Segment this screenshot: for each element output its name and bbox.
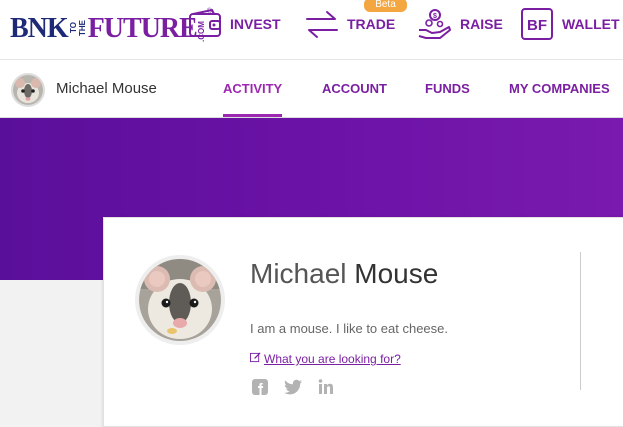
page: BNK TO THE FUTURE .COM ® INVEST TRADE Be…	[0, 0, 623, 427]
nav-invest-label: INVEST	[230, 16, 281, 32]
profile-first-name: Michael	[250, 258, 347, 289]
linkedin-icon[interactable]	[317, 378, 335, 401]
logo-to-the: TO THE	[68, 20, 87, 36]
nav-raise-label: RAISE	[460, 16, 503, 32]
avatar[interactable]	[11, 73, 45, 107]
profile-last-name: Mouse	[354, 258, 439, 289]
bf-wallet-icon: BF	[520, 7, 554, 41]
tab-activity[interactable]: ACTIVITY	[223, 81, 282, 96]
card-divider	[580, 252, 581, 390]
facebook-icon[interactable]	[251, 378, 269, 401]
wallet-icon	[188, 9, 222, 39]
profile-card: Michael Mouse I am a mouse. I like to ea…	[103, 217, 623, 427]
hand-coin-icon: $	[418, 8, 452, 40]
edit-icon	[250, 352, 261, 366]
active-tab-indicator	[223, 114, 282, 117]
tab-account[interactable]: ACCOUNT	[322, 81, 387, 96]
tab-my-companies[interactable]: MY COMPANIES	[509, 81, 610, 96]
nav-raise[interactable]: $ RAISE	[418, 6, 503, 42]
social-links	[251, 378, 335, 401]
profile-subnav: Michael Mouse ACTIVITY ACCOUNT FUNDS MY …	[0, 60, 623, 118]
nav-wallet-label: WALLET	[562, 16, 620, 32]
top-nav: BNK TO THE FUTURE .COM ® INVEST TRADE Be…	[0, 0, 623, 60]
brand-logo[interactable]: BNK TO THE FUTURE .COM ®	[10, 8, 212, 44]
profile-bio: I am a mouse. I like to eat cheese.	[250, 321, 448, 336]
tab-funds[interactable]: FUNDS	[425, 81, 470, 96]
profile-full-name: Michael Mouse	[250, 258, 438, 290]
profile-avatar	[135, 255, 225, 345]
logo-bnk: BNK	[10, 13, 69, 44]
exchange-arrows-icon	[305, 9, 339, 39]
beta-badge: Beta	[364, 0, 407, 12]
twitter-icon[interactable]	[283, 378, 303, 401]
logo-future: FUTURE	[87, 13, 198, 44]
looking-for-label: What you are looking for?	[264, 352, 401, 366]
looking-for-link[interactable]: What you are looking for?	[250, 352, 401, 366]
nav-trade-label: TRADE	[347, 16, 396, 32]
nav-invest[interactable]: INVEST	[188, 6, 281, 42]
svg-text:$: $	[433, 13, 437, 20]
bf-icon-text: BF	[527, 17, 547, 34]
user-name: Michael Mouse	[56, 80, 157, 97]
nav-wallet[interactable]: BF WALLET	[520, 6, 620, 42]
